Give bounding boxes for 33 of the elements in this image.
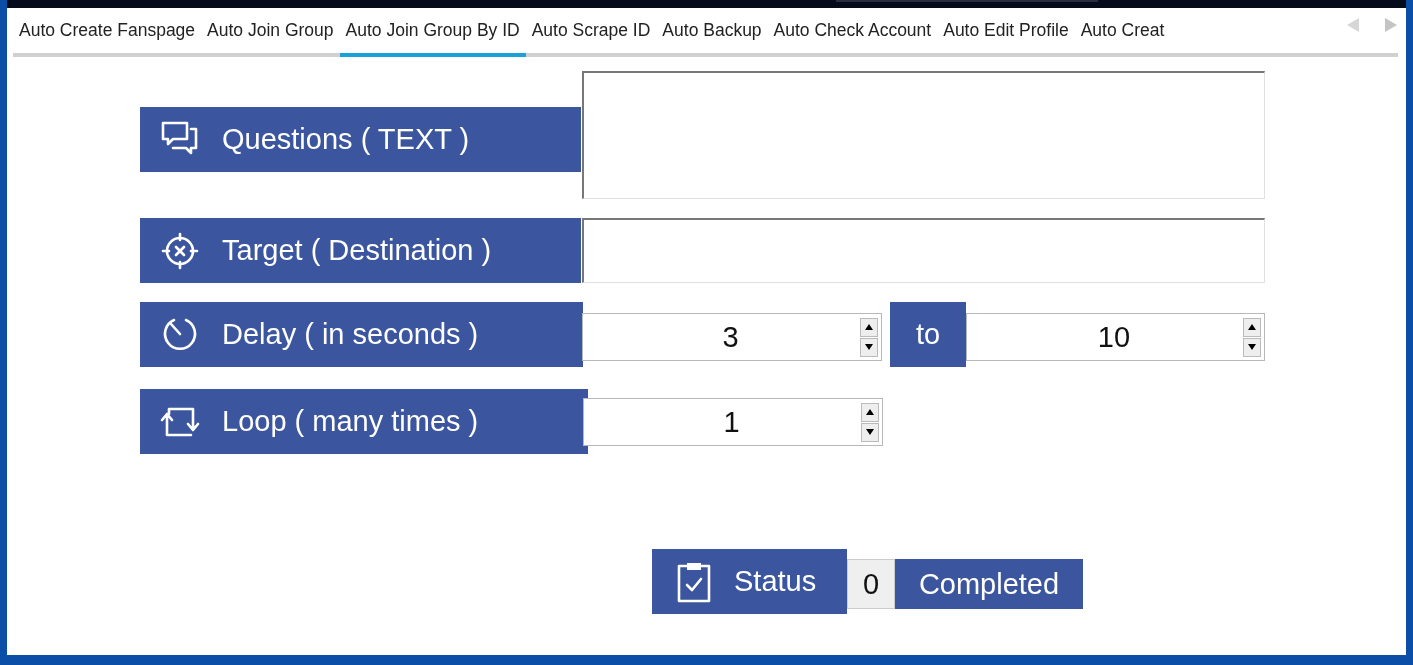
- field-label: Loop ( many times ): [140, 389, 588, 454]
- tab[interactable]: Auto Scrape ID: [525, 8, 657, 57]
- up-triangle-icon: [1248, 324, 1256, 330]
- completed-label: Completed: [895, 559, 1083, 609]
- tab[interactable]: Auto Join Group By ID: [339, 8, 526, 57]
- tab[interactable]: Auto Creat: [1074, 8, 1171, 57]
- number-input[interactable]: 1: [583, 398, 883, 446]
- down-triangle-icon: [1248, 344, 1256, 350]
- spin-down-button[interactable]: [860, 337, 878, 357]
- field-label: Target ( Destination ): [140, 218, 581, 283]
- number-input[interactable]: 10: [966, 313, 1265, 361]
- tab[interactable]: Auto Edit Profile: [937, 8, 1075, 57]
- spin-up-button[interactable]: [861, 402, 879, 422]
- target-input[interactable]: [582, 218, 1265, 283]
- completed-count: 0: [847, 559, 895, 609]
- spin-down-button[interactable]: [861, 422, 879, 442]
- up-triangle-icon: [865, 324, 873, 330]
- spin-up-button[interactable]: [860, 317, 878, 337]
- spin-down-button[interactable]: [1243, 337, 1261, 357]
- down-triangle-icon: [866, 429, 874, 435]
- spin-up-button[interactable]: [1243, 317, 1261, 337]
- number-input[interactable]: 3: [582, 313, 882, 361]
- down-triangle-icon: [865, 344, 873, 350]
- up-triangle-icon: [866, 409, 874, 415]
- status-label: Status: [652, 549, 847, 614]
- tab[interactable]: Auto Check Account: [767, 8, 938, 57]
- field-label: Delay ( in seconds ): [140, 302, 583, 367]
- tab[interactable]: Auto Join Group: [201, 8, 340, 57]
- field-label: Questions ( TEXT ): [140, 107, 581, 172]
- tab[interactable]: Auto Backup: [656, 8, 768, 57]
- tab[interactable]: Auto Create Fanspage: [13, 8, 202, 57]
- range-label: to: [890, 302, 966, 367]
- crosshair-icon: [160, 230, 200, 271]
